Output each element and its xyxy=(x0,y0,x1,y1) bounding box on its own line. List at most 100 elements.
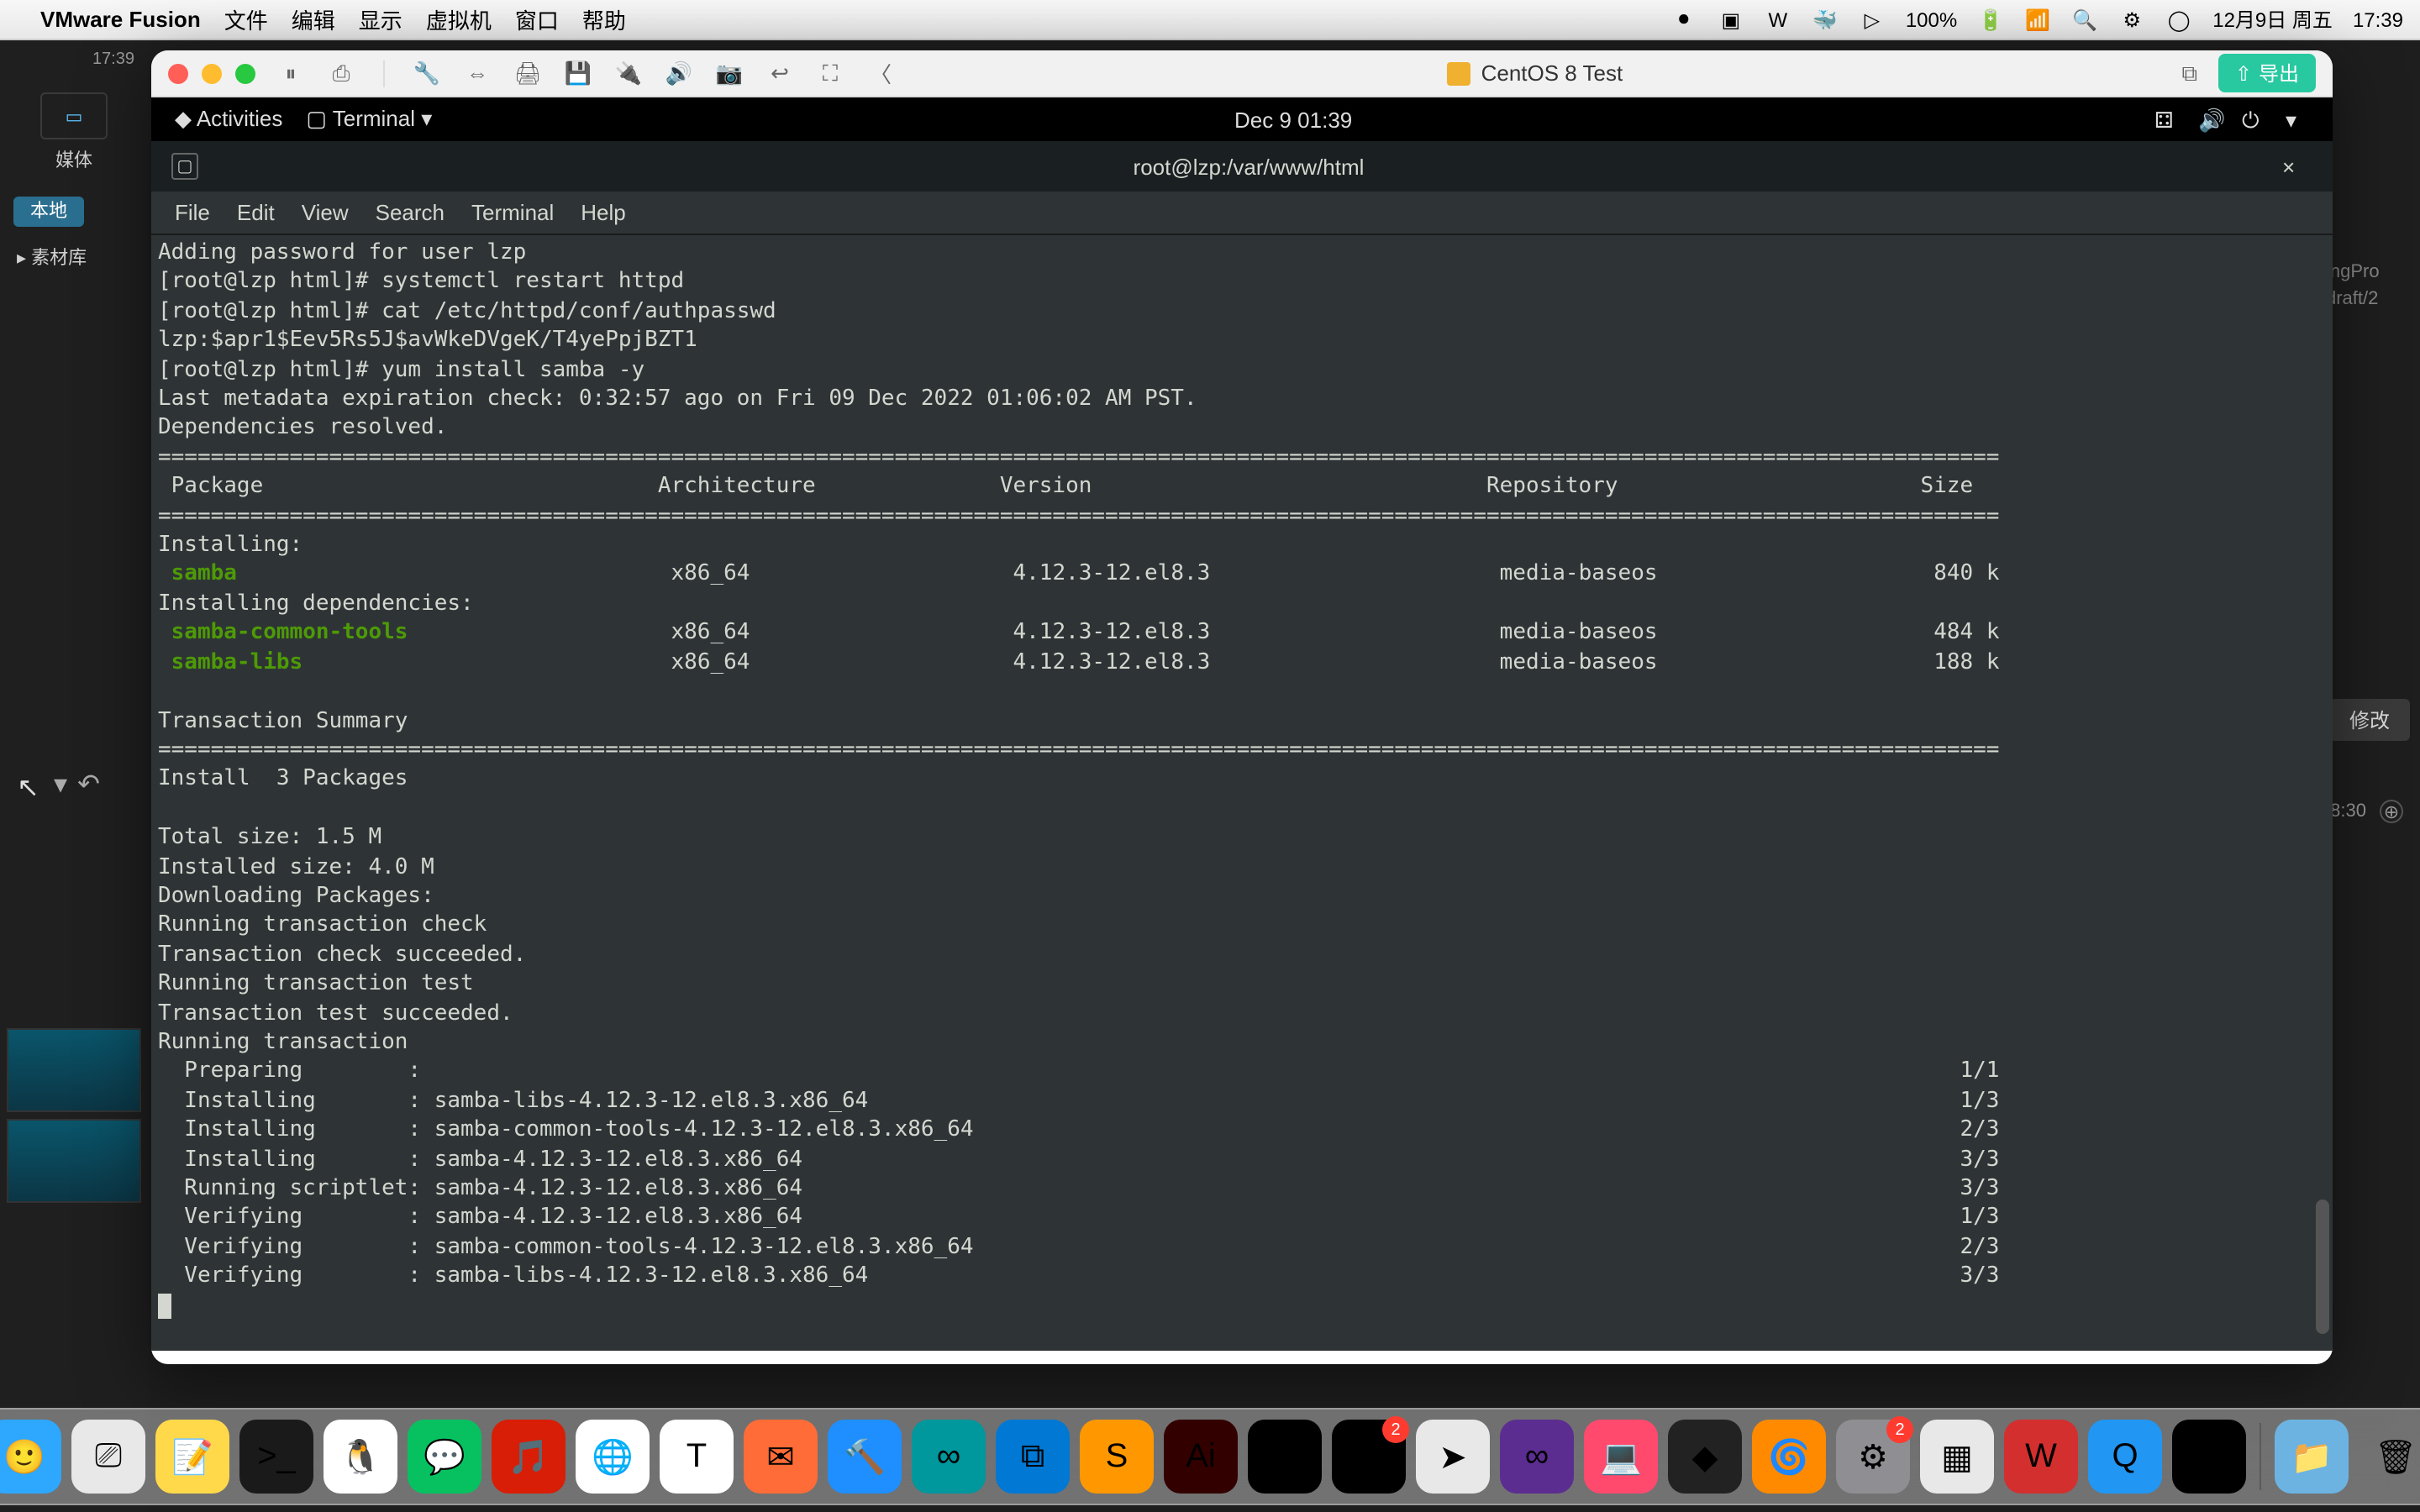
camera-icon[interactable]: 📷 xyxy=(714,58,744,88)
wps-tray-icon[interactable]: W xyxy=(1765,6,1791,33)
bg-zoom-icon[interactable]: ⊕ xyxy=(2380,800,2403,823)
bg-thumbnails[interactable] xyxy=(0,1021,148,1210)
export-button[interactable]: ⇧ 导出 xyxy=(2218,54,2316,92)
mac-menu-vm[interactable]: 虚拟机 xyxy=(426,3,492,35)
bg-right-peek: ingPro draft/2 xyxy=(2319,259,2420,312)
snapshot-icon[interactable]: ⎙ xyxy=(326,58,356,88)
siri-icon[interactable]: ◯ xyxy=(2165,6,2192,33)
docker-tray-icon[interactable]: 🐳 xyxy=(1812,6,1839,33)
share-icon[interactable]: ↩ xyxy=(765,58,795,88)
dock-app-finder[interactable]: 🙂 xyxy=(0,1420,61,1494)
wrench-icon[interactable]: 🔧 xyxy=(412,58,442,88)
dock-app-wps[interactable]: W xyxy=(2004,1420,2078,1494)
spotlight-icon[interactable]: 🔍 xyxy=(2071,6,2098,33)
dock-app-postman[interactable]: ✉ xyxy=(744,1420,818,1494)
gnome-clock[interactable]: Dec 9 01:39 xyxy=(432,107,2154,132)
dock-app-chrome[interactable]: 🌐 xyxy=(576,1420,650,1494)
power-icon[interactable]: ⏻ xyxy=(2242,108,2265,131)
mac-app-name[interactable]: VMware Fusion xyxy=(40,7,201,32)
battery-icon[interactable]: 🔋 xyxy=(1977,6,2004,33)
window-minimize-button[interactable] xyxy=(202,63,222,83)
back-icon[interactable]: 〈 xyxy=(865,58,896,88)
bg-local-chip[interactable]: 本地 xyxy=(13,197,84,227)
terminal-icon[interactable]: ▢ xyxy=(171,153,198,180)
record-icon[interactable]: ⏺ xyxy=(1670,6,1697,33)
undo-icon[interactable]: ↶ xyxy=(77,768,100,801)
todesk-tray-icon[interactable]: ▣ xyxy=(1718,6,1744,33)
pause-icon[interactable]: ⏸ xyxy=(276,58,306,88)
bg-tool[interactable]: ↖ ▾ ↶ xyxy=(17,768,100,801)
bg-library-row[interactable]: ▸ 素材库 xyxy=(0,234,148,281)
dock-app-typora[interactable]: T xyxy=(660,1420,734,1494)
window-close-button[interactable] xyxy=(168,63,188,83)
menubar-date[interactable]: 12月9日 周五 xyxy=(2212,5,2333,34)
dock-app-todesk[interactable]: 💻 xyxy=(1584,1420,1658,1494)
bg-media-icon[interactable]: ▭ xyxy=(40,92,108,139)
mac-menubar: VMware Fusion 文件 编辑 显示 虚拟机 窗口 帮助 ⏺ ▣ W 🐳… xyxy=(0,0,2420,40)
term-menu-help[interactable]: Help xyxy=(581,200,626,225)
fullscreen-icon[interactable]: ⛶ xyxy=(815,58,845,88)
system-chevron-icon[interactable]: ▾ xyxy=(2286,108,2309,131)
dock-divider xyxy=(2260,1423,2261,1490)
gnome-current-app[interactable]: ▢ Terminal ▾ xyxy=(306,106,432,133)
volume-icon[interactable]: 🔊 xyxy=(2198,108,2222,131)
mac-menu-view[interactable]: 显示 xyxy=(359,3,402,35)
usb-icon[interactable]: 🔌 xyxy=(613,58,644,88)
dock-trash[interactable]: 🗑 xyxy=(2359,1420,2420,1494)
dock-app-iterm[interactable]: >_ xyxy=(239,1420,313,1494)
dock-badge: 2 xyxy=(1886,1416,1913,1443)
dock-app-netease[interactable]: 🎵 xyxy=(492,1420,566,1494)
dock-app-xcode[interactable]: 🔨 xyxy=(828,1420,902,1494)
dock-app-screenshot[interactable]: ⎚ xyxy=(71,1420,145,1494)
bg-media-label: 媒体 xyxy=(55,146,92,173)
dock-downloads[interactable]: 📁 xyxy=(2275,1420,2349,1494)
menubar-time[interactable]: 17:39 xyxy=(2353,8,2403,31)
terminal-close-button[interactable]: × xyxy=(2282,154,2312,179)
tool-chevron-icon[interactable]: ▾ xyxy=(54,768,67,801)
term-menu-search[interactable]: Search xyxy=(376,200,445,225)
control-center-icon[interactable]: ⚙ xyxy=(2118,6,2145,33)
dock-app-arduino[interactable]: ∞ xyxy=(912,1420,986,1494)
dock-app-launchpad[interactable]: ▦ xyxy=(1920,1420,1994,1494)
dock-app-wechat[interactable]: 💬 xyxy=(408,1420,481,1494)
bg-modify-button[interactable]: 修改 xyxy=(2329,699,2410,741)
resize-icon[interactable]: ⇔ xyxy=(462,58,492,88)
gnome-activities[interactable]: ◆ Activities xyxy=(175,106,282,133)
play-tray-icon[interactable]: ▷ xyxy=(1859,6,1886,33)
term-menu-terminal[interactable]: Terminal xyxy=(471,200,554,225)
terminal-scrollbar[interactable] xyxy=(2316,1200,2329,1334)
cursor-tool-icon[interactable]: ↖ xyxy=(17,771,44,798)
dock-app-vscode[interactable]: ⧉ xyxy=(996,1420,1070,1494)
dock-app-sublime[interactable]: S xyxy=(1080,1420,1154,1494)
mac-menu-edit[interactable]: 编辑 xyxy=(292,3,335,35)
mac-menu-window[interactable]: 窗口 xyxy=(515,3,559,35)
term-menu-edit[interactable]: Edit xyxy=(237,200,275,225)
dock-app-quicktime[interactable]: Q xyxy=(2088,1420,2162,1494)
dock-app-unity[interactable]: ◆ xyxy=(1668,1420,1742,1494)
dock-app-visualstudio[interactable]: ∞ xyxy=(1500,1420,1574,1494)
disk-icon[interactable]: 💾 xyxy=(563,58,593,88)
mac-menu-help[interactable]: 帮助 xyxy=(582,3,626,35)
dock-app-terminal2[interactable]: ➤ xyxy=(1416,1420,1490,1494)
dock-app-ai[interactable]: Ai xyxy=(1164,1420,1238,1494)
printer-icon[interactable]: 🖨 xyxy=(513,58,543,88)
window-zoom-button[interactable] xyxy=(235,63,255,83)
dock-app-qq[interactable]: 🐧 xyxy=(324,1420,397,1494)
terminal-cursor xyxy=(158,1293,171,1318)
term-menu-file[interactable]: File xyxy=(175,200,210,225)
wifi-icon[interactable]: 📶 xyxy=(2024,6,2051,33)
sound-icon[interactable]: 🔊 xyxy=(664,58,694,88)
picture-in-picture-icon[interactable]: ⧉ xyxy=(2175,58,2205,88)
terminal-body[interactable]: Adding password for user lzp [root@lzp h… xyxy=(151,235,2333,1351)
dock-app-blender[interactable]: 🌀 xyxy=(1752,1420,1826,1494)
dock-app-goland[interactable]: GO xyxy=(1248,1420,1322,1494)
dock-app-notes[interactable]: 📝 xyxy=(155,1420,229,1494)
mac-menu-file[interactable]: 文件 xyxy=(224,3,268,35)
terminal-window: ▢ root@lzp:/var/www/html × File Edit Vie… xyxy=(151,141,2333,1351)
dock-app-idea[interactable]: IJ2 xyxy=(1332,1420,1406,1494)
battery-percent[interactable]: 100% xyxy=(1906,8,1957,31)
term-menu-view[interactable]: View xyxy=(302,200,349,225)
dock-app-settings[interactable]: ⚙2 xyxy=(1836,1420,1910,1494)
dock-app-capcut[interactable]: ✂ xyxy=(2172,1420,2246,1494)
network-icon[interactable]: ⚃ xyxy=(2154,108,2178,131)
